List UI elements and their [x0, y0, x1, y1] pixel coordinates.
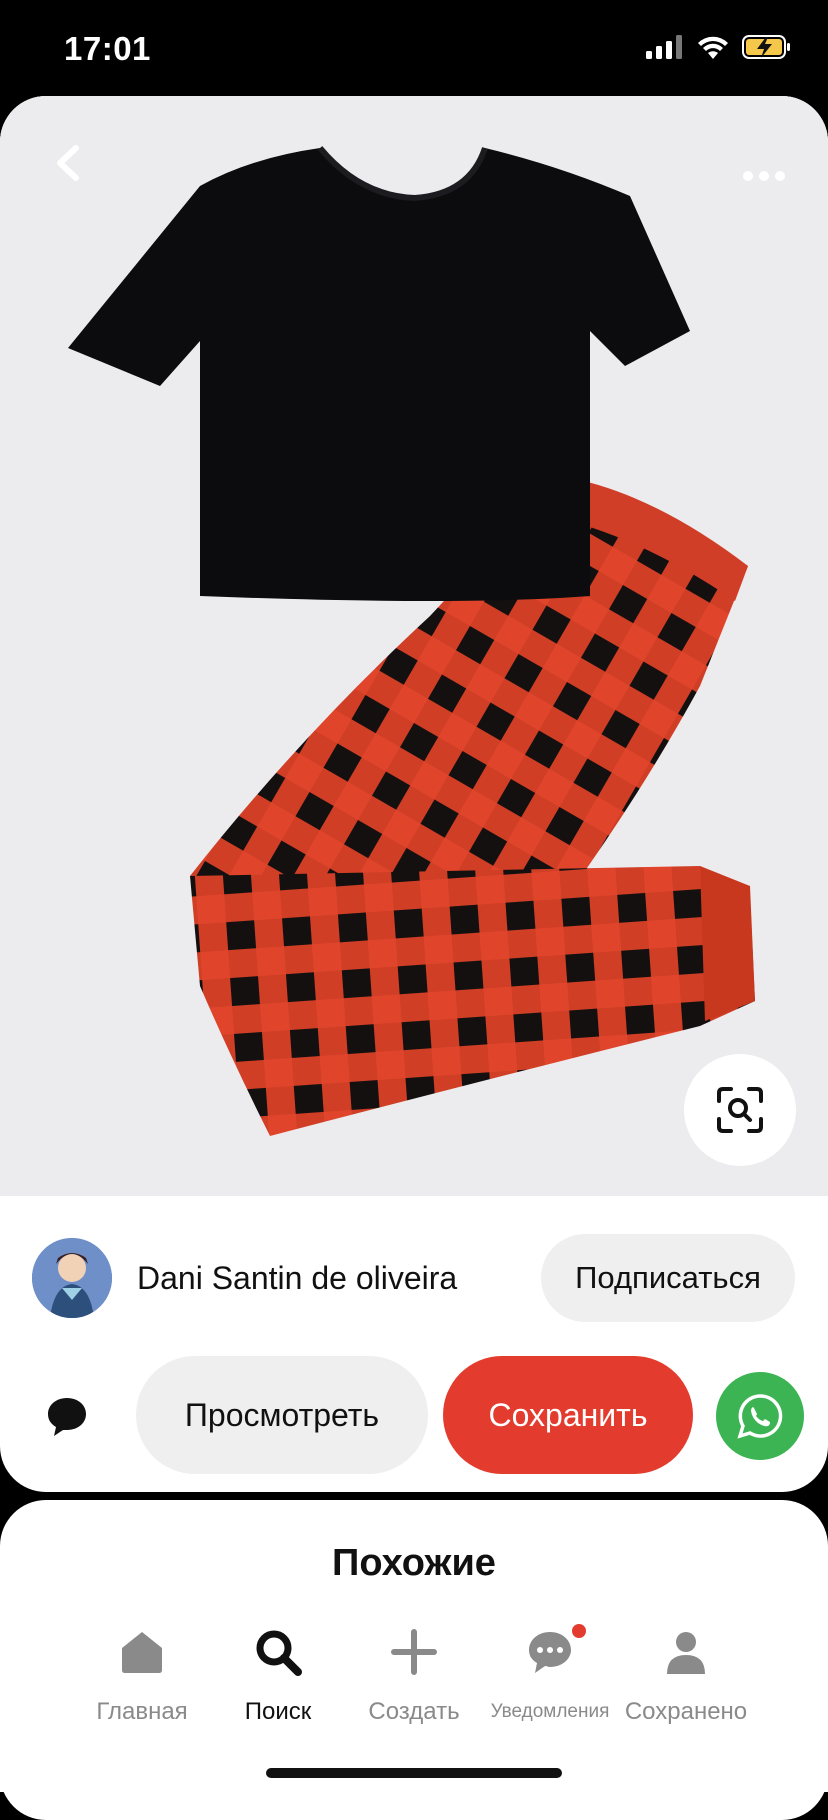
creator-row: Dani Santin de oliveira Подписаться	[0, 1234, 828, 1324]
follow-button[interactable]: Подписаться	[541, 1234, 795, 1322]
avatar-image	[32, 1238, 112, 1318]
search-icon	[256, 1630, 302, 1676]
visual-search-icon	[717, 1087, 763, 1133]
action-row: Просмотреть Сохранить	[0, 1356, 828, 1476]
whatsapp-share-button[interactable]	[716, 1372, 804, 1460]
similar-title: Похожие	[332, 1542, 496, 1584]
whatsapp-icon	[737, 1394, 783, 1439]
product-photo	[0, 96, 828, 1196]
wifi-icon	[698, 36, 728, 59]
profile-icon	[667, 1632, 705, 1674]
visual-search-button[interactable]	[684, 1054, 796, 1166]
pin-card: Dani Santin de oliveira Подписаться Прос…	[0, 96, 828, 1492]
battery-charging-icon	[742, 35, 790, 59]
visit-button[interactable]: Просмотреть	[136, 1356, 428, 1474]
avatar[interactable]	[32, 1238, 112, 1318]
status-time: 17:01	[64, 30, 151, 67]
signal-icon	[646, 35, 682, 59]
save-button[interactable]: Сохранить	[443, 1356, 693, 1474]
back-chevron-icon[interactable]	[46, 140, 92, 186]
creator-name[interactable]: Dani Santin de oliveira	[137, 1260, 457, 1297]
comment-bubble-icon[interactable]	[44, 1394, 90, 1440]
notification-badge	[572, 1624, 586, 1638]
pin-image[interactable]	[0, 96, 828, 1196]
tab-bar: Главная Поиск Создать Уведомления Сохран…	[0, 1604, 828, 1792]
more-dots-icon[interactable]	[740, 166, 788, 186]
home-icon	[122, 1632, 162, 1673]
plus-icon	[391, 1629, 437, 1675]
status-icons	[646, 34, 792, 60]
tab-saved[interactable]: Сохранено	[616, 1624, 756, 1725]
status-bar: 17:01	[0, 0, 828, 96]
tab-label: Сохранено	[624, 1698, 748, 1725]
chat-bubble-icon	[529, 1632, 571, 1673]
home-indicator[interactable]	[266, 1768, 562, 1778]
